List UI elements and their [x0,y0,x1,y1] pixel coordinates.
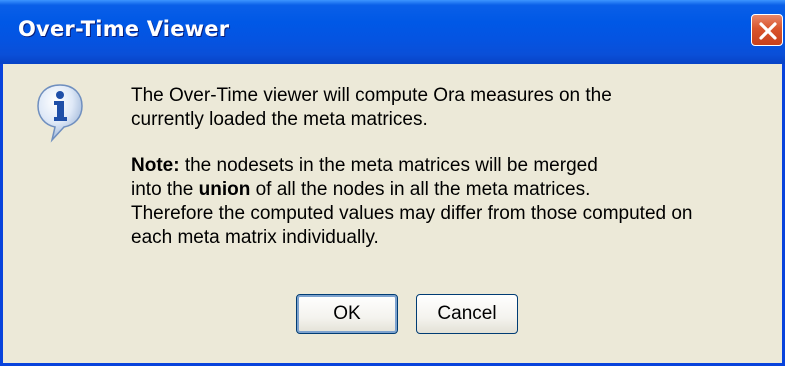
union-emphasis: union [198,179,251,200]
dialog-title: Over-Time Viewer [18,17,230,41]
message-line-2: currently loaded the meta matrices. [131,109,428,130]
close-icon [759,22,777,40]
note-label: Note: [131,155,180,176]
note-line-4: each meta matrix individually. [131,227,379,248]
info-icon [37,84,83,143]
note-line-3: Therefore the computed values may differ… [131,203,693,224]
title-bar[interactable]: Over-Time Viewer [0,0,785,64]
note-line-1: Note: the nodesets in the meta matrices … [131,154,693,178]
dialog-window: Over-Time Viewer The Over-Time viewer wi… [0,0,785,366]
note-line-2-pre: into the [131,179,199,200]
dialog-message: The Over-Time viewer will compute Ora me… [131,84,693,250]
cancel-button[interactable]: Cancel [416,294,518,334]
ok-button[interactable]: OK [296,294,398,334]
note-line-2: into the union of all the nodes in all t… [131,178,693,202]
note-line-2-post: of all the nodes in all the meta matrice… [250,179,591,200]
message-line-1: The Over-Time viewer will compute Ora me… [131,85,612,106]
note-line-1-text: the nodesets in the meta matrices will b… [179,155,598,176]
close-button[interactable] [751,14,783,46]
